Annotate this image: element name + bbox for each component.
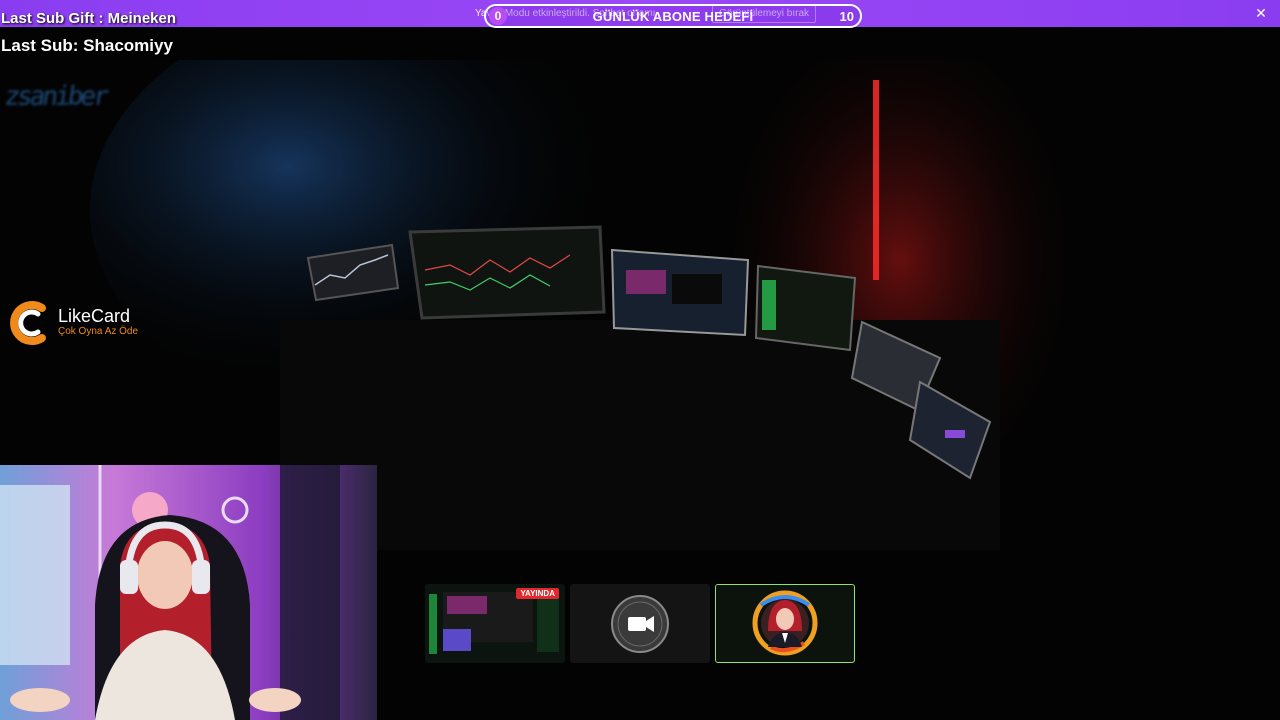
webcam-feed: [0, 465, 377, 720]
close-icon[interactable]: ✕: [1253, 5, 1269, 21]
goal-title: GÜNLÜK ABONE HEDEFİ: [592, 9, 754, 24]
monitor-2: [408, 225, 606, 320]
sponsor-name: LikeCard: [58, 306, 131, 326]
glitch-text-overlay: zsaniber: [2, 82, 108, 112]
monitor-4: [754, 264, 857, 352]
goal-target-count: 10: [839, 9, 854, 24]
live-stream-card[interactable]: YAYINDA: [425, 584, 565, 663]
camera-icon: [611, 595, 669, 653]
sponsor-logo: LikeCard Çok Oyna Az Öde: [8, 298, 158, 346]
live-badge: YAYINDA: [516, 588, 559, 599]
last-sub-label: Last Sub: Shacomiyy: [1, 36, 173, 55]
subscriber-goal-bar: 0 GÜNLÜK ABONE HEDEFİ 10: [484, 4, 862, 28]
streamer-avatar-card[interactable]: [715, 584, 855, 663]
stream-frame: zsaniber Yavaş Modu etkinleştirildi. Soh…: [0, 0, 1280, 720]
sponsor-slogan: Çok Oyna Az Öde: [58, 326, 139, 337]
likecard-logo-icon: [10, 301, 46, 345]
camera-card[interactable]: [570, 584, 710, 663]
monitor-3: [610, 248, 750, 337]
last-sub-gift-label: Last Sub Gift : Meineken: [1, 10, 177, 27]
streamer-avatar: [716, 585, 853, 661]
